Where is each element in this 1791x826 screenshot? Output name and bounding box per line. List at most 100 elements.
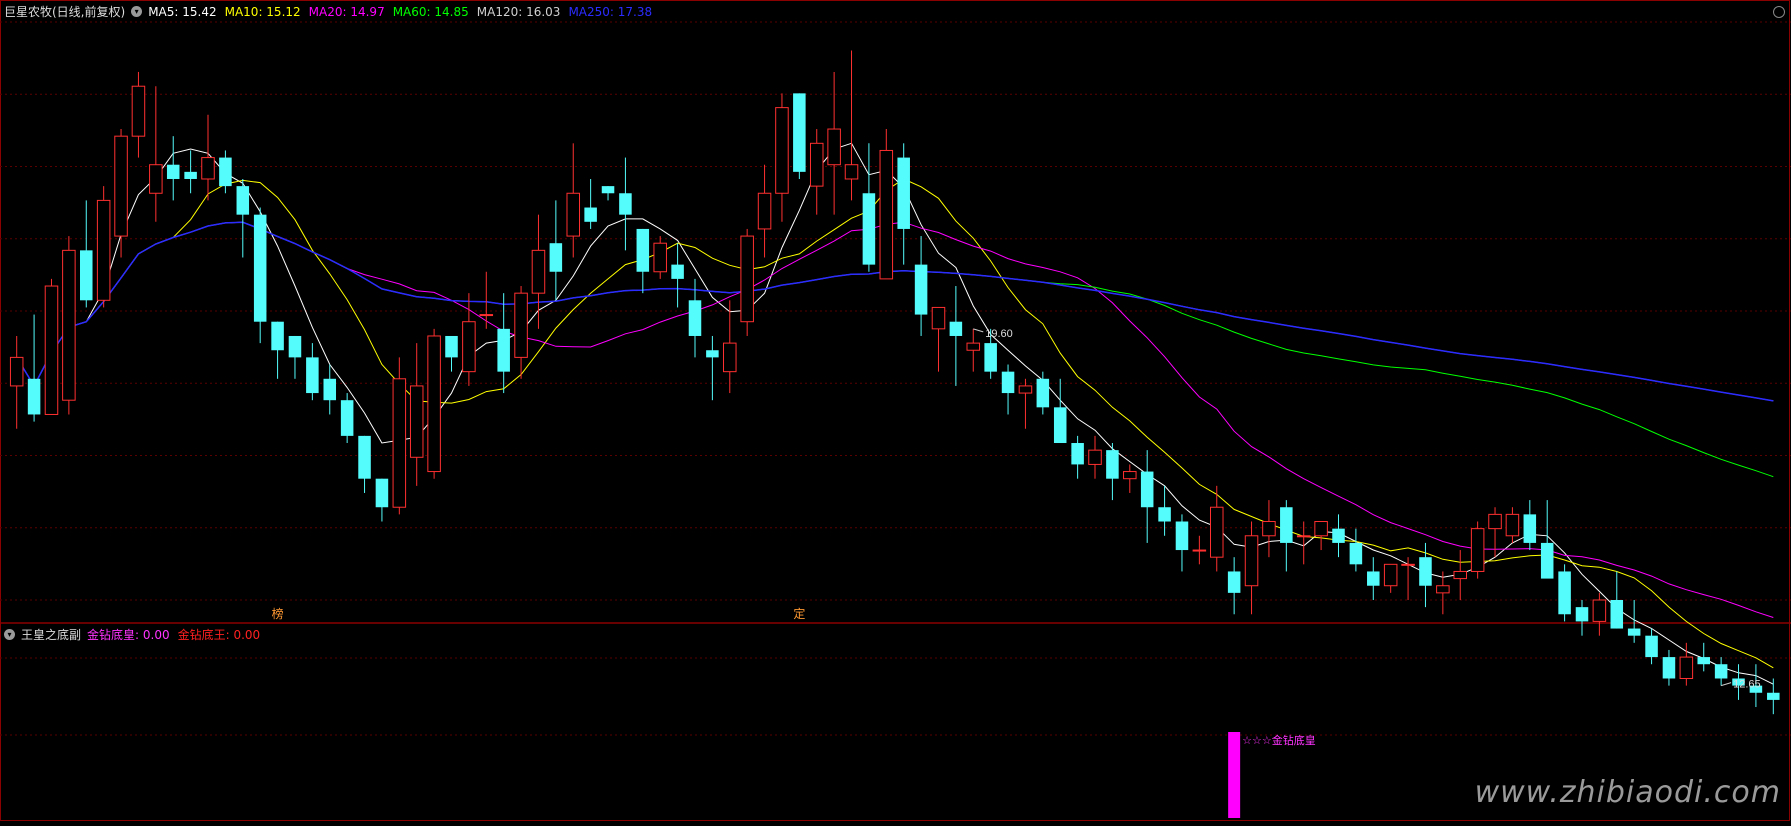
candle-body [1332,528,1345,543]
indicator-legend-item: 金钻底皇: 0.00 [87,628,170,642]
indicator-legend: 金钻底皇: 0.00 金钻底王: 0.00 [87,626,260,643]
candle-body [236,186,250,215]
candle-body [1645,635,1658,658]
candle-body [253,214,267,322]
candle-body [1106,450,1119,479]
candle-body [1244,535,1259,587]
candle-body [1053,407,1067,444]
candle-body [1158,507,1171,522]
candle-body [1314,521,1328,537]
indicator-legend-item: 金钻底王: 0.00 [177,628,261,642]
candle-body [740,235,754,323]
close-icon[interactable] [1773,6,1785,18]
candle-body [1192,549,1207,552]
annotation-label: 19.60 [985,328,1013,340]
candle-body [1140,471,1154,508]
candle-body [1697,657,1710,665]
stock-title: 巨星农牧(日线,前复权) [4,5,126,19]
candle-body [1175,521,1189,551]
candle-body [1558,571,1571,615]
candle-body [844,164,859,180]
candle-body [340,400,354,436]
watermark: www.zhibiaodi.com [1474,775,1781,810]
ma-legend-item: MA120: 16.03 [476,4,561,19]
candle-body [601,186,615,194]
candle-body [1071,443,1084,465]
candle-body [827,128,841,166]
candle-body [445,335,458,358]
candle-body [358,435,371,479]
candle-body [793,93,806,172]
candle-body [323,378,337,401]
candle-body [271,321,284,351]
candle-body [809,142,824,187]
candle-body [1714,664,1728,679]
candle-body [1036,378,1050,408]
candle-body [201,157,215,180]
candle-body [375,478,389,508]
candle-body [27,378,41,415]
signal-marker: 定 [793,606,805,621]
chevron-down-icon[interactable]: ▾ [4,629,15,640]
candle-body [1592,599,1607,622]
kline-chart-svg: 19.6012.65榜定§涨减财☆☆☆金钻底皇 [0,0,1791,821]
chevron-down-icon[interactable]: ▾ [131,6,143,17]
ma5-line [16,142,1774,685]
main-header: 巨星农牧(日线,前复权) ▾ MA5: 15.42 MA10: 15.12 MA20… [4,3,652,20]
signal-bar [1228,732,1241,818]
candle-body [1436,585,1450,594]
candle-body [723,342,737,373]
candle-body [1123,471,1137,480]
candle-body [775,107,789,194]
candle-body [1610,600,1624,629]
candle-body [636,228,650,272]
candle-body [549,243,563,272]
candle-body [44,285,59,415]
candle-body [184,171,197,179]
candle-body [966,342,981,351]
candle-body [131,85,146,137]
candle-body [897,157,910,229]
candle-body [1767,692,1780,700]
chart-border [0,0,1790,821]
indicator-title: 王皇之底副 [21,628,82,642]
annotation-label: 12.65 [1733,679,1761,691]
candle-body [1367,571,1380,586]
candle-body [1488,513,1502,530]
ma-legend: MA5: 15.42 MA10: 15.12 MA20: 14.97 MA60: 14… [148,5,652,19]
ma-legend-item: MA60: 14.85 [392,4,469,19]
candle-body [479,314,494,317]
candle-body [1209,506,1224,558]
candle-body [392,378,407,508]
candle-body [114,135,128,237]
candle-body [80,250,93,301]
candle-body [1349,542,1363,565]
candle-body [1419,557,1432,586]
candle-body [584,207,597,222]
candle-body [757,192,772,230]
candle-body [497,328,510,372]
candle-body [1280,507,1293,543]
candle-body [984,343,997,372]
candle-body [1088,449,1102,465]
annotation-arrow [973,328,984,333]
candle-body [1679,656,1694,679]
candle-body [862,193,876,265]
candle-body [219,157,232,187]
candle-body [306,357,319,394]
candle-body [409,385,424,458]
candle-body [514,292,528,358]
candle-body [914,264,928,315]
candle-body [1540,542,1554,579]
candle-body [653,242,667,273]
candle-body [1662,657,1676,679]
candle-body [949,321,963,336]
candle-body [1383,563,1398,587]
candle-body [531,249,546,294]
candle-body [688,300,702,336]
candle-body [1018,385,1033,394]
candle-body [1001,371,1015,394]
ma120-line [16,221,1774,402]
candle-body [1627,628,1641,636]
candle-body [96,199,111,301]
